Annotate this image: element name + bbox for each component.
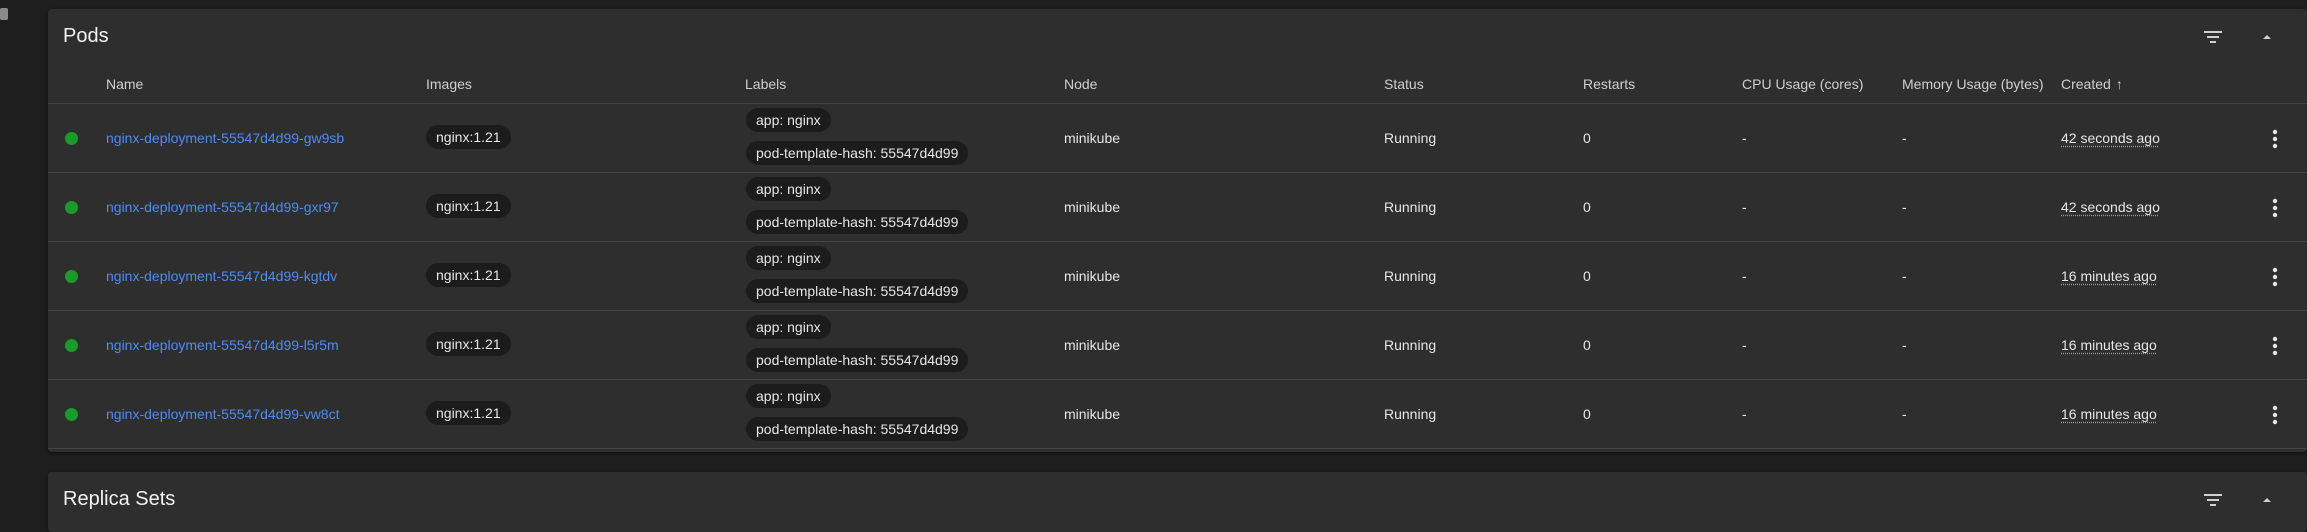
filter-icon[interactable] bbox=[2201, 490, 2225, 510]
pods-table-body: nginx-deployment-55547d4d99-gw9sb nginx:… bbox=[48, 104, 2307, 449]
image-chip: nginx:1.21 bbox=[426, 332, 511, 356]
label-chip: app: nginx bbox=[746, 315, 831, 339]
cpu-value: - bbox=[1742, 199, 1747, 215]
status-value: Running bbox=[1384, 130, 1437, 146]
image-chip: nginx:1.21 bbox=[426, 194, 511, 218]
image-chip: nginx:1.21 bbox=[426, 263, 511, 287]
more-vert-icon[interactable] bbox=[2265, 195, 2285, 221]
created-value: 16 minutes ago bbox=[2061, 268, 2157, 284]
node-value[interactable]: minikube bbox=[1064, 406, 1120, 422]
column-header-restarts: Restarts bbox=[1583, 76, 1636, 92]
table-row: nginx-deployment-55547d4d99-kgtdv nginx:… bbox=[48, 242, 2307, 311]
created-header-label: Created bbox=[2061, 76, 2111, 92]
label-chip: app: nginx bbox=[746, 384, 831, 408]
node-value[interactable]: minikube bbox=[1064, 337, 1120, 353]
cpu-value: - bbox=[1742, 130, 1747, 146]
restarts-value: 0 bbox=[1583, 199, 1591, 215]
restarts-value: 0 bbox=[1583, 406, 1591, 422]
image-chip: nginx:1.21 bbox=[426, 401, 511, 425]
created-value: 42 seconds ago bbox=[2061, 199, 2160, 215]
table-header: Name Images Labels Node Status Restarts … bbox=[48, 64, 2307, 104]
label-chip: pod-template-hash: 55547d4d99 bbox=[746, 417, 969, 441]
pod-name-link[interactable]: nginx-deployment-55547d4d99-kgtdv bbox=[106, 268, 337, 284]
pods-card: Pods Name Images Labels Node Status Rest… bbox=[48, 9, 2307, 452]
label-chip: app: nginx bbox=[746, 108, 831, 132]
column-header-name[interactable]: Name bbox=[106, 76, 143, 92]
cpu-value: - bbox=[1742, 268, 1747, 284]
created-value: 16 minutes ago bbox=[2061, 406, 2157, 422]
memory-value: - bbox=[1902, 268, 1907, 284]
more-vert-icon[interactable] bbox=[2265, 126, 2285, 152]
status-ok-icon bbox=[65, 408, 78, 421]
label-chip: pod-template-hash: 55547d4d99 bbox=[746, 279, 969, 303]
memory-value: - bbox=[1902, 130, 1907, 146]
more-vert-icon[interactable] bbox=[2265, 264, 2285, 290]
more-vert-icon[interactable] bbox=[2265, 402, 2285, 428]
left-rail bbox=[0, 0, 48, 506]
image-chip: nginx:1.21 bbox=[426, 125, 511, 149]
cpu-value: - bbox=[1742, 406, 1747, 422]
restarts-value: 0 bbox=[1583, 268, 1591, 284]
restarts-value: 0 bbox=[1583, 337, 1591, 353]
memory-value: - bbox=[1902, 199, 1907, 215]
status-ok-icon bbox=[65, 201, 78, 214]
memory-value: - bbox=[1902, 406, 1907, 422]
column-header-cpu: CPU Usage (cores) bbox=[1742, 76, 1864, 92]
card-title: Pods bbox=[63, 25, 109, 47]
label-chip: pod-template-hash: 55547d4d99 bbox=[746, 348, 969, 372]
label-chip: app: nginx bbox=[746, 177, 831, 201]
column-header-status[interactable]: Status bbox=[1384, 76, 1424, 92]
label-chip: app: nginx bbox=[746, 246, 831, 270]
cpu-value: - bbox=[1742, 337, 1747, 353]
status-ok-icon bbox=[65, 270, 78, 283]
table-row: nginx-deployment-55547d4d99-l5r5m nginx:… bbox=[48, 311, 2307, 380]
pod-name-link[interactable]: nginx-deployment-55547d4d99-vw8ct bbox=[106, 406, 339, 422]
rail-icon bbox=[0, 8, 8, 20]
sort-arrow-icon: ↑ bbox=[2115, 76, 2123, 92]
replica-sets-card: Replica Sets bbox=[48, 472, 2307, 532]
column-header-images: Images bbox=[426, 76, 472, 92]
more-vert-icon[interactable] bbox=[2265, 333, 2285, 359]
table-row: nginx-deployment-55547d4d99-vw8ct nginx:… bbox=[48, 380, 2307, 449]
card-title: Replica Sets bbox=[63, 488, 176, 510]
status-value: Running bbox=[1384, 406, 1437, 422]
pod-name-link[interactable]: nginx-deployment-55547d4d99-l5r5m bbox=[106, 337, 339, 353]
column-header-labels: Labels bbox=[745, 76, 787, 92]
pod-name-link[interactable]: nginx-deployment-55547d4d99-gxr97 bbox=[106, 199, 339, 215]
memory-value: - bbox=[1902, 337, 1907, 353]
created-value: 42 seconds ago bbox=[2061, 130, 2160, 146]
filter-icon[interactable] bbox=[2201, 27, 2225, 47]
node-value[interactable]: minikube bbox=[1064, 268, 1120, 284]
status-value: Running bbox=[1384, 268, 1437, 284]
table-row: nginx-deployment-55547d4d99-gw9sb nginx:… bbox=[48, 104, 2307, 173]
node-value[interactable]: minikube bbox=[1064, 199, 1120, 215]
node-value[interactable]: minikube bbox=[1064, 130, 1120, 146]
created-value: 16 minutes ago bbox=[2061, 337, 2157, 353]
label-chip: pod-template-hash: 55547d4d99 bbox=[746, 210, 969, 234]
pods-card-header: Pods bbox=[48, 9, 2307, 64]
status-value: Running bbox=[1384, 199, 1437, 215]
status-value: Running bbox=[1384, 337, 1437, 353]
column-header-node[interactable]: Node bbox=[1064, 76, 1097, 92]
column-header-created[interactable]: Created ↑ bbox=[2061, 76, 2123, 92]
chevron-up-icon[interactable] bbox=[2255, 490, 2279, 510]
column-header-memory: Memory Usage (bytes) bbox=[1902, 76, 2044, 92]
pod-name-link[interactable]: nginx-deployment-55547d4d99-gw9sb bbox=[106, 130, 344, 146]
status-ok-icon bbox=[65, 132, 78, 145]
replica-sets-card-header: Replica Sets bbox=[48, 472, 2307, 527]
table-row: nginx-deployment-55547d4d99-gxr97 nginx:… bbox=[48, 173, 2307, 242]
chevron-up-icon[interactable] bbox=[2255, 27, 2279, 47]
status-ok-icon bbox=[65, 339, 78, 352]
restarts-value: 0 bbox=[1583, 130, 1591, 146]
label-chip: pod-template-hash: 55547d4d99 bbox=[746, 141, 969, 165]
